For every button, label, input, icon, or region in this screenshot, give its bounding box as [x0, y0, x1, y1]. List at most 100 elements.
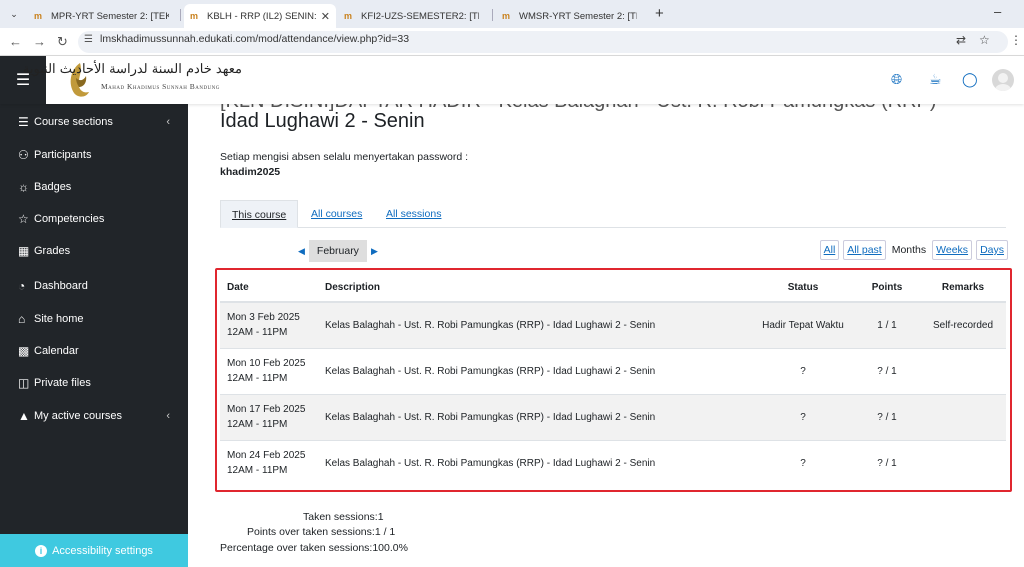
bookmark-star-icon[interactable]: ☆ — [979, 33, 990, 47]
browser-tab[interactable]: m MPR-YRT Semester 2: [TEKA — [28, 4, 178, 28]
col-remarks: Remarks — [920, 273, 1006, 303]
view-all-past-button[interactable]: All past — [843, 240, 886, 260]
tab-divider — [492, 9, 493, 21]
summary-label: Points over taken sessions: — [247, 526, 375, 538]
sidebar-item-private-files[interactable]: ◫ Private files — [18, 373, 178, 393]
password-text: khadim2025 — [220, 166, 281, 178]
summary-value: 1 / 1 — [374, 526, 396, 538]
sidebar-item-calendar[interactable]: ▩ Calendar — [18, 341, 178, 361]
view-months-current: Months — [891, 244, 927, 256]
browser-tab[interactable]: m WMSR-YRT Semester 2: [TEK — [496, 4, 646, 28]
sidebar-item-label: Site home — [34, 313, 84, 325]
minimize-icon[interactable]: – — [994, 4, 1001, 19]
view-all-button[interactable]: All — [819, 240, 840, 260]
month-navigator: ◀ February ▶ — [298, 240, 378, 262]
graduation-cap-icon: ▲ — [18, 409, 30, 423]
tab-title: MPR-YRT Semester 2: [TEKA — [51, 10, 169, 22]
forward-arrow-icon[interactable]: → — [33, 34, 46, 49]
sidebar-item-site-home[interactable]: ⌂ Site home — [18, 309, 178, 329]
intro-text: Setiap mengisi absen selalu menyertakan … — [220, 151, 469, 163]
gauge-icon: ◔ — [18, 279, 26, 293]
sidebar-item-participants[interactable]: ⚇ Participants — [18, 145, 178, 165]
sidebar-item-competencies[interactable]: ☆ Competencies — [18, 209, 178, 229]
date-text: Mon 17 Feb 2025 — [227, 404, 306, 415]
session-date: Mon 10 Feb 2025 12AM - 11PM — [220, 347, 318, 394]
tab-all-sessions[interactable]: All sessions — [386, 200, 441, 228]
session-remarks: Self-recorded — [920, 301, 1006, 348]
new-tab-icon[interactable]: + — [655, 5, 664, 22]
sidebar-item-label: Badges — [34, 181, 72, 193]
tab-title: WMSR-YRT Semester 2: [TEK — [519, 10, 637, 22]
session-points: ? / 1 — [854, 347, 920, 394]
main-content: [KLN DISINI]DAFTAR HADIR - Kelas Balagha… — [188, 104, 1024, 567]
back-arrow-icon[interactable]: ← — [9, 34, 22, 49]
reload-icon[interactable]: ↻ — [57, 34, 68, 50]
chevron-left-icon[interactable]: ‹ — [166, 410, 170, 422]
sidebar-item-grades[interactable]: ▦ Grades — [18, 241, 178, 261]
previous-month-arrow-icon[interactable]: ◀ — [298, 246, 305, 257]
summary-value: 100.0% — [372, 542, 408, 554]
session-description: Kelas Balaghah - Ust. R. Robi Pamungkas … — [318, 393, 752, 440]
time-text: 12AM - 11PM — [227, 465, 288, 477]
tab-this-course[interactable]: This course — [220, 200, 299, 228]
chevron-left-icon[interactable]: ‹ — [166, 116, 170, 128]
session-status: ? — [752, 393, 854, 440]
tab-divider — [180, 9, 181, 21]
sidebar-item-my-active-courses[interactable]: ▲ My active courses ‹ — [18, 406, 178, 426]
sidebar-item-label: Course sections — [34, 116, 113, 128]
session-description: Kelas Balaghah - Ust. R. Robi Pamungkas … — [318, 301, 752, 348]
user-avatar[interactable] — [992, 69, 1014, 91]
close-tab-icon[interactable]: ✕ — [321, 10, 330, 23]
url-text[interactable]: lmskhadimussunnah.edukati.com/mod/attend… — [100, 33, 409, 45]
site-navbar: ☰ معهد خادم السنة لدراسة الأحاديث النبوي… — [0, 56, 1024, 104]
badge-icon: ☼ — [18, 180, 29, 194]
sidebar-item-label: Private files — [34, 377, 91, 389]
summary-percentage: Percentage over taken sessions:100.0% — [220, 542, 408, 554]
session-remarks — [920, 393, 1006, 440]
session-remarks — [920, 439, 1006, 486]
session-status: ? — [752, 439, 854, 486]
browser-tab-active[interactable]: m KBLH - RRP (IL2) SENIN: [KLN ✕ — [184, 4, 336, 28]
session-description: Kelas Balaghah - Ust. R. Robi Pamungkas … — [318, 439, 752, 486]
sidebar-item-label: Participants — [34, 149, 92, 161]
moodle-favicon-icon: m — [190, 11, 199, 21]
session-date: Mon 24 Feb 2025 12AM - 11PM — [220, 439, 318, 486]
view-filter-buttons: All All past Months Weeks Days — [819, 240, 1008, 260]
tab-all-courses[interactable]: All courses — [311, 200, 362, 228]
browser-tab[interactable]: m KFI2-UZS-SEMESTER2: [TEKA — [338, 4, 488, 28]
translate-icon[interactable]: ⇄ — [956, 33, 966, 47]
site-info-icon[interactable]: ☰ — [84, 34, 93, 45]
attendance-table: Date Description Status Points Remarks M… — [220, 273, 1006, 486]
session-points: ? / 1 — [854, 393, 920, 440]
session-date: Mon 3 Feb 2025 12AM - 11PM — [220, 301, 318, 348]
session-remarks — [920, 347, 1006, 394]
sidebar-item-dashboard[interactable]: ◔ Dashboard — [18, 276, 178, 296]
next-month-arrow-icon[interactable]: ▶ — [371, 246, 378, 257]
users-icon: ⚇ — [18, 148, 29, 162]
sidebar-item-badges[interactable]: ☼ Badges — [18, 177, 178, 197]
notification-bell-icon[interactable]: ☕︎ — [929, 71, 942, 88]
tab-search-chevron-icon[interactable]: ⌄ — [6, 6, 22, 22]
moodle-favicon-icon: m — [502, 11, 511, 21]
browser-menu-icon[interactable]: ⋮ — [1010, 33, 1022, 47]
language-globe-icon[interactable]: 🌐︎ — [891, 71, 902, 88]
view-weeks-button[interactable]: Weeks — [932, 240, 973, 260]
page-title: Idad Lughawi 2 - Senin — [220, 110, 425, 132]
session-points: 1 / 1 — [854, 301, 920, 348]
date-text: Mon 10 Feb 2025 — [227, 358, 306, 369]
accessibility-settings-button[interactable]: i Accessibility settings — [0, 534, 188, 567]
sidebar-item-course-sections[interactable]: ☰ Course sections ‹ — [18, 112, 178, 132]
summary-value: 1 — [377, 511, 384, 523]
table-row: Mon 10 Feb 2025 12AM - 11PM Kelas Balagha… — [220, 347, 1006, 394]
file-icon: ◫ — [18, 376, 30, 390]
current-month: February — [308, 240, 367, 262]
star-icon: ☆ — [18, 212, 29, 226]
summary-taken: Taken sessions:1 — [303, 511, 384, 523]
time-text: 12AM - 11PM — [227, 419, 288, 430]
course-index-drawer — [0, 104, 188, 567]
summary-label: Percentage over taken sessions: — [220, 542, 373, 554]
view-days-button[interactable]: Days — [976, 240, 1008, 260]
sidebar-item-label: Calendar — [34, 345, 79, 357]
summary-points: Points over taken sessions:1 / 1 — [247, 526, 395, 538]
messages-chat-icon[interactable]: ◯ — [962, 71, 978, 88]
